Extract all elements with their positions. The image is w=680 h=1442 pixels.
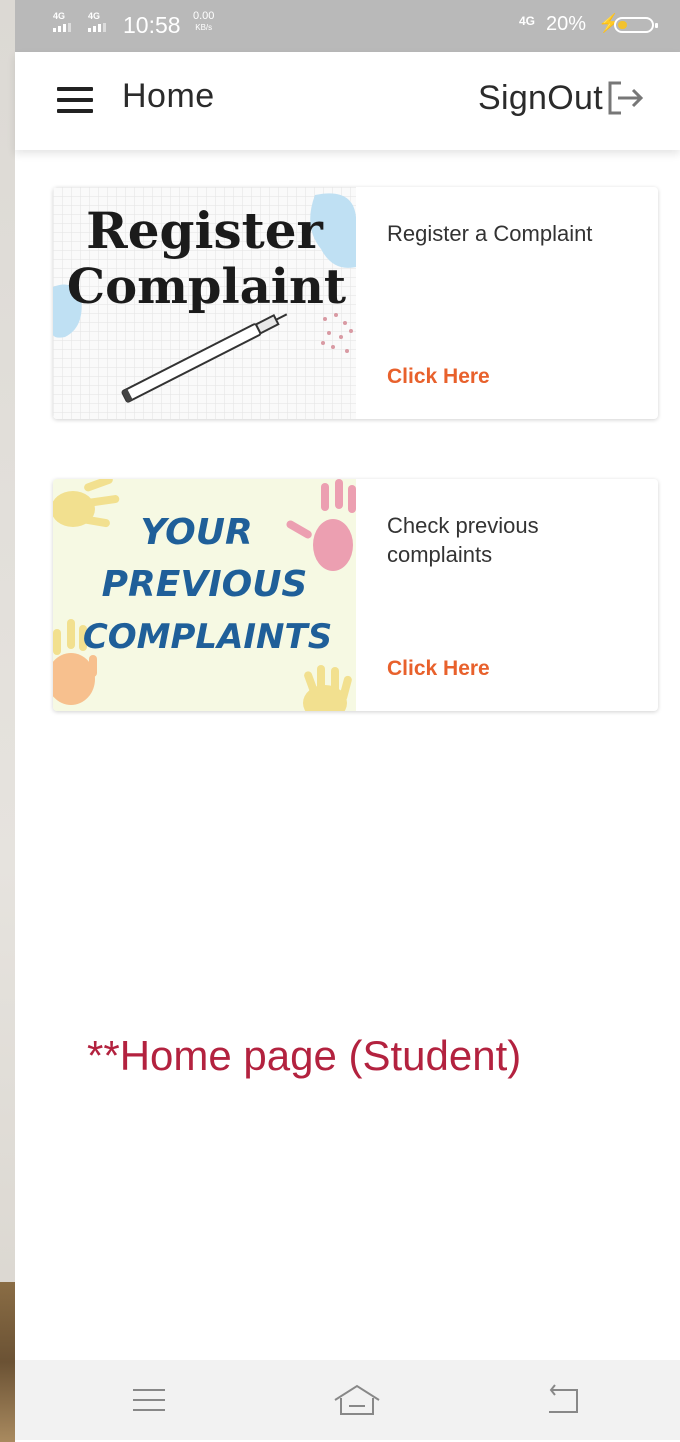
signal-indicator-1: 4G [53, 12, 71, 32]
previous-image-title: YOUR PREVIOUS COMPLAINTS [53, 507, 356, 663]
register-complaint-text: Register a Complaint [387, 221, 593, 246]
previous-complaints-image: YOUR PREVIOUS COMPLAINTS [53, 479, 356, 711]
signal-1-label: 4G [53, 11, 66, 21]
previous-complaints-text: Check previous complaints [387, 513, 539, 567]
previous-click-here-link[interactable]: Click Here [387, 657, 490, 681]
register-complaint-image: Register Complaint [53, 187, 356, 419]
register-image-line-1: Register [86, 201, 323, 260]
page-title: Home [122, 77, 215, 115]
previous-complaints-card[interactable]: YOUR PREVIOUS COMPLAINTS Check previous … [53, 479, 658, 711]
slide-caption: **Home page (Student) [87, 1032, 522, 1079]
app-bar: Home SignOut [15, 52, 680, 150]
battery-icon [614, 17, 658, 33]
register-image-line-2: Complaint [66, 259, 347, 315]
signal-bars-icon [53, 23, 71, 32]
register-click-here-link[interactable]: Click Here [387, 365, 490, 389]
home-icon[interactable] [333, 1382, 381, 1418]
status-time: 10:58 [123, 12, 181, 38]
hamburger-menu-icon[interactable] [57, 87, 93, 115]
signout-label: SignOut [478, 78, 603, 117]
battery-tip [655, 23, 658, 28]
speed-value: 0.00 [193, 10, 215, 22]
background-wood [0, 1282, 15, 1442]
background-wall [0, 0, 15, 1442]
signout-button[interactable]: SignOut [478, 75, 645, 121]
speed-unit: KB/s [195, 23, 213, 32]
network-type: 4G [519, 14, 536, 28]
battery-percent: 20% [546, 13, 587, 35]
phone-screen: 4G 4G 10:58 0.00 KB/s 4G 20% ⚡ Home Sign… [15, 0, 680, 1440]
signal-indicator-2: 4G [88, 12, 106, 32]
battery-fill [618, 21, 627, 29]
signal-bars-icon [88, 23, 106, 32]
previous-image-line-1: YOUR [140, 512, 253, 553]
exit-arrow-icon [608, 81, 644, 115]
register-complaint-card[interactable]: Register Complaint Register a Complaint … [53, 187, 658, 419]
network-speed: 0.00 KB/s [193, 11, 214, 33]
register-image-title: Register Complaint [53, 201, 356, 316]
status-bar: 4G 4G 10:58 0.00 KB/s 4G 20% ⚡ [15, 0, 680, 52]
signal-2-label: 4G [88, 11, 101, 21]
back-icon[interactable] [543, 1382, 583, 1418]
previous-image-line-3: COMPLAINTS [82, 617, 333, 657]
previous-image-line-2: PREVIOUS [101, 564, 308, 605]
system-nav-bar [15, 1360, 680, 1440]
menu-lines-icon[interactable] [129, 1382, 169, 1418]
